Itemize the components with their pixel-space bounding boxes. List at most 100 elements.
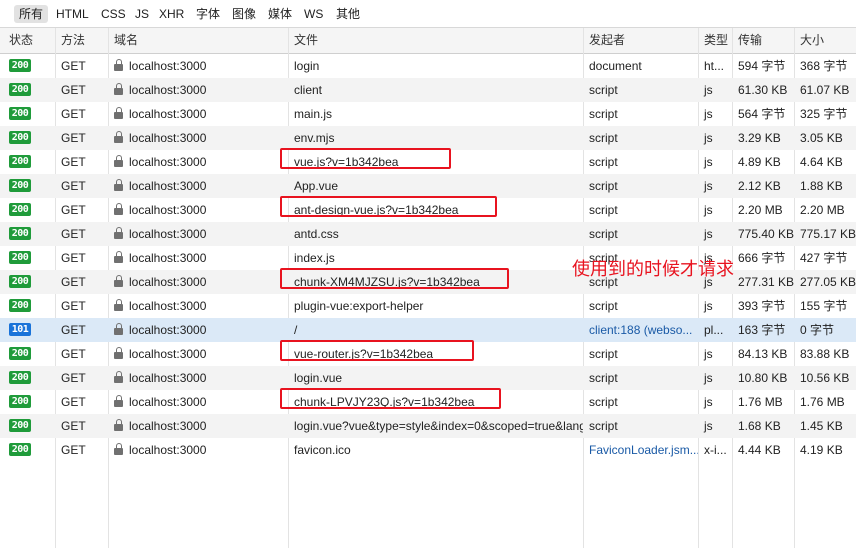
- domain-cell: localhost:3000: [108, 342, 288, 366]
- type-cell: js: [704, 107, 713, 121]
- status-badge: 200: [9, 155, 31, 169]
- initiator-cell: script: [589, 131, 618, 145]
- column-header-transfer[interactable]: 传输: [732, 28, 794, 53]
- transfer-cell: 2.12 KB: [738, 179, 781, 193]
- initiator-cell[interactable]: client:188 (webso...: [583, 318, 698, 342]
- table-row[interactable]: 200 GET localhost:3000 login.vue?vue&type=s…: [0, 414, 856, 438]
- domain-cell: localhost:3000: [108, 366, 288, 390]
- domain-text: localhost:3000: [129, 371, 207, 385]
- column-header-size[interactable]: 大小: [794, 28, 856, 53]
- filter-tab-3[interactable]: JS: [130, 5, 154, 23]
- size-cell: 61.07 KB: [800, 83, 850, 97]
- file-cell: env.mjs: [294, 131, 335, 145]
- table-header: 状态 方法 域名 文件 发起者 类型 传输 大小: [0, 28, 856, 54]
- initiator-cell: script: [589, 155, 618, 169]
- status-cell: 200: [3, 246, 55, 270]
- size-cell: 83.88 KB: [800, 347, 850, 361]
- size-cell: 10.56 KB: [800, 371, 850, 385]
- lock-icon: [114, 275, 123, 288]
- table-row[interactable]: 101 GET localhost:3000 / client:188 (webso..…: [0, 318, 856, 342]
- method-cell: GET: [61, 179, 86, 193]
- status-badge: 200: [9, 131, 31, 145]
- file-cell: vue.js?v=1b342bea: [294, 155, 399, 169]
- size-cell: 155 字节: [800, 299, 848, 313]
- column-header-domain[interactable]: 域名: [108, 28, 288, 53]
- table-row[interactable]: 200 GET localhost:3000 favicon.ico FaviconLo…: [0, 438, 856, 462]
- domain-text: localhost:3000: [129, 347, 207, 361]
- table-row[interactable]: 200 GET localhost:3000 client script js 61.30 …: [0, 78, 856, 102]
- transfer-cell: 10.80 KB: [738, 371, 788, 385]
- file-cell: chunk-XM4MJZSU.js?v=1b342bea: [294, 275, 480, 289]
- filter-tab-4[interactable]: XHR: [154, 5, 189, 23]
- filter-tab-8[interactable]: WS: [299, 5, 328, 23]
- type-cell: js: [704, 371, 713, 385]
- table-row[interactable]: 200 GET localhost:3000 vue.js?v=1b342bea scr…: [0, 150, 856, 174]
- table-row[interactable]: 200 GET localhost:3000 plugin-vue:export-he…: [0, 294, 856, 318]
- table-row[interactable]: 200 GET localhost:3000 antd.css script js 775.…: [0, 222, 856, 246]
- method-cell: GET: [61, 419, 86, 433]
- domain-text: localhost:3000: [129, 131, 207, 145]
- type-cell: js: [704, 227, 713, 241]
- domain-cell: localhost:3000: [108, 198, 288, 222]
- status-cell: 200: [3, 222, 55, 246]
- lock-icon: [114, 443, 123, 456]
- file-cell: /: [294, 323, 298, 337]
- size-cell: 368 字节: [800, 59, 848, 73]
- table-row[interactable]: 200 GET localhost:3000 login.vue script js 10.…: [0, 366, 856, 390]
- status-cell: 200: [3, 270, 55, 294]
- table-row[interactable]: 200 GET localhost:3000 login document ht... 59…: [0, 54, 856, 78]
- domain-text: localhost:3000: [129, 155, 207, 169]
- size-cell: 1.88 KB: [800, 179, 843, 193]
- table-row[interactable]: 200 GET localhost:3000 App.vue script js 2.12 …: [0, 174, 856, 198]
- file-cell: ant-design-vue.js?v=1b342bea: [294, 203, 459, 217]
- status-cell: 200: [3, 198, 55, 222]
- domain-cell: localhost:3000: [108, 174, 288, 198]
- filter-tab-5[interactable]: 字体: [191, 5, 225, 23]
- transfer-cell: 163 字节: [738, 323, 786, 337]
- table-row[interactable]: 200 GET localhost:3000 main.js script js 564 字…: [0, 102, 856, 126]
- domain-text: localhost:3000: [129, 227, 207, 241]
- table-row[interactable]: 200 GET localhost:3000 env.mjs script js 3.29 …: [0, 126, 856, 150]
- column-header-initiator[interactable]: 发起者: [583, 28, 698, 53]
- initiator-cell: script: [589, 179, 618, 193]
- filter-tab-0[interactable]: 所有: [14, 5, 49, 23]
- initiator-cell: script: [589, 347, 618, 361]
- method-cell: GET: [61, 203, 86, 217]
- status-cell: 200: [3, 54, 55, 78]
- status-cell: 200: [3, 78, 55, 102]
- file-cell: login.vue?vue&type=style&index=0&scoped=…: [294, 419, 583, 433]
- status-cell: 200: [3, 366, 55, 390]
- file-cell: main.js: [294, 107, 333, 121]
- column-header-type[interactable]: 类型: [698, 28, 732, 53]
- column-header-status[interactable]: 状态: [3, 28, 55, 53]
- lock-icon: [114, 347, 123, 360]
- table-row[interactable]: 200 GET localhost:3000 chunk-LPVJY23Q.js?v=…: [0, 390, 856, 414]
- file-cell: plugin-vue:export-helper: [294, 299, 424, 313]
- filter-tab-6[interactable]: 图像: [227, 5, 261, 23]
- lock-icon: [114, 371, 123, 384]
- status-badge: 200: [9, 59, 31, 73]
- size-cell: 277.05 KB: [800, 275, 856, 289]
- type-cell: x-i...: [704, 443, 727, 457]
- filter-tab-9[interactable]: 其他: [331, 5, 365, 23]
- filter-tab-1[interactable]: HTML: [51, 5, 94, 23]
- initiator-cell: script: [589, 419, 618, 433]
- table-row[interactable]: 200 GET localhost:3000 vue-router.js?v=1b34…: [0, 342, 856, 366]
- status-badge: 200: [9, 371, 31, 385]
- size-cell: 1.76 MB: [800, 395, 845, 409]
- table-row[interactable]: 200 GET localhost:3000 ant-design-vue.js?v=…: [0, 198, 856, 222]
- transfer-cell: 775.40 KB: [738, 227, 794, 241]
- method-cell: GET: [61, 155, 86, 169]
- filter-tab-7[interactable]: 媒体: [263, 5, 297, 23]
- initiator-cell[interactable]: FaviconLoader.jsm...: [583, 438, 698, 462]
- filter-tab-2[interactable]: CSS: [96, 5, 131, 23]
- status-badge: 200: [9, 107, 31, 121]
- column-header-method[interactable]: 方法: [55, 28, 108, 53]
- file-cell: index.js: [294, 251, 335, 265]
- column-header-file[interactable]: 文件: [288, 28, 583, 53]
- transfer-cell: 4.89 KB: [738, 155, 781, 169]
- type-cell: ht...: [704, 59, 725, 73]
- filter-toolbar: 所有 HTML CSS JS XHR 字体 图像 媒体 WS 其他: [0, 0, 856, 28]
- method-cell: GET: [61, 323, 86, 337]
- lock-icon: [114, 107, 123, 120]
